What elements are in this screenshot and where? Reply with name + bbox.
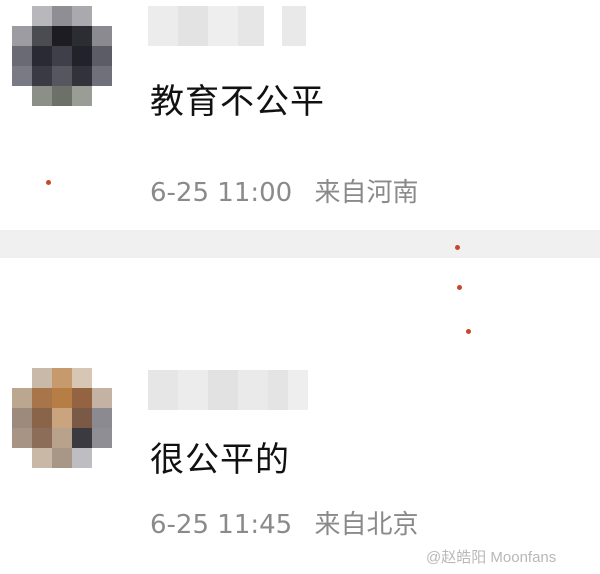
post-location: 来自河南 — [314, 178, 419, 208]
red-dot-mark — [457, 285, 462, 290]
avatar-blurred[interactable] — [12, 368, 116, 472]
comment-card-2: 很公平的 6-25 11:45 来自北京 — [0, 258, 600, 574]
username-blurred[interactable] — [148, 6, 306, 46]
comment-text: 教育不公平 — [150, 82, 325, 122]
red-dot-mark — [46, 180, 51, 185]
post-time: 11:00 — [217, 178, 293, 208]
red-dot-mark — [455, 245, 460, 250]
comment-card-1: 教育不公平 6-25 11:00 来自河南 — [0, 0, 600, 230]
post-location: 来自北京 — [314, 510, 419, 540]
username-blurred[interactable] — [148, 370, 308, 410]
post-time: 11:45 — [217, 510, 293, 540]
watermark-text: @赵皓阳 Moonfans — [426, 549, 557, 566]
red-dot-mark — [466, 329, 471, 334]
post-meta: 6-25 11:00 来自河南 — [150, 172, 419, 209]
post-meta: 6-25 11:45 来自北京 — [150, 504, 419, 541]
comment-text: 很公平的 — [150, 440, 290, 480]
post-date: 6-25 — [150, 178, 210, 208]
post-date: 6-25 — [150, 510, 210, 540]
avatar-blurred[interactable] — [12, 6, 116, 110]
section-divider — [0, 230, 600, 258]
